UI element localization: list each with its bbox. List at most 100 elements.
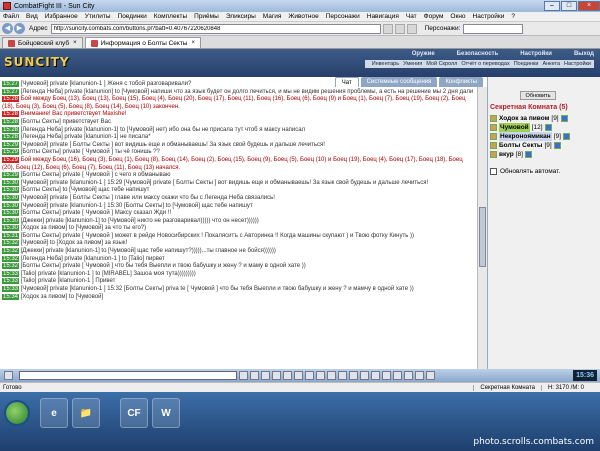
close-button[interactable]: × — [578, 1, 600, 11]
info-icon[interactable] — [560, 115, 568, 122]
auto-update-checkbox[interactable] — [490, 168, 497, 175]
message-time[interactable]: 15:29 — [2, 172, 20, 179]
menu-item[interactable]: ? — [511, 13, 515, 20]
tool-icon[interactable] — [426, 371, 435, 380]
tool-icon[interactable] — [316, 371, 325, 380]
chat-mode-icon[interactable] — [4, 371, 13, 380]
scroll-thumb[interactable] — [479, 207, 486, 267]
chat-scrollbar[interactable] — [477, 87, 487, 369]
menu-item[interactable]: Вид — [26, 13, 38, 20]
menu-item[interactable]: Комплекты — [154, 13, 187, 20]
tool-icon[interactable] — [305, 371, 314, 380]
tool-icon[interactable] — [349, 371, 358, 380]
message-time[interactable]: 15:33 — [2, 270, 20, 277]
tab-info[interactable]: Информация о Болты Секты × — [84, 37, 201, 49]
tool-icon[interactable] — [327, 371, 336, 380]
address-input[interactable] — [50, 23, 381, 34]
menu-item[interactable]: Избранное — [45, 13, 78, 20]
menu-item[interactable]: Навигация — [367, 13, 399, 20]
game-nav-item[interactable]: Настройки — [520, 51, 552, 57]
tool-icon[interactable] — [371, 371, 380, 380]
room-member[interactable]: Некроноямикан [9] — [490, 132, 598, 141]
back-icon[interactable]: ◀ — [2, 23, 13, 34]
message-time[interactable]: 15:30 — [2, 179, 20, 186]
chat-tab[interactable]: Чат — [334, 77, 359, 87]
message-time[interactable]: 15:29 — [2, 149, 20, 156]
explorer-taskbar-button[interactable]: 📁 — [72, 398, 100, 428]
forward-icon[interactable]: ▶ — [14, 23, 25, 34]
message-time[interactable]: 15:29 — [2, 156, 20, 163]
member-name[interactable]: Чумовой — [499, 123, 530, 132]
menu-item[interactable]: Поединки — [118, 13, 147, 20]
message-time[interactable]: 15:32 — [2, 255, 20, 262]
member-name[interactable]: Ходок за пивом — [499, 114, 549, 123]
combatfight-taskbar-button[interactable]: CF — [120, 398, 148, 428]
message-time[interactable]: 15:33 — [2, 286, 20, 293]
room-member[interactable]: вкур [8] — [490, 150, 598, 159]
tab-club[interactable]: Бойцовский клуб × — [2, 37, 83, 48]
message-time[interactable]: 15:28 — [2, 96, 20, 103]
message-time[interactable]: 15:30 — [2, 225, 20, 232]
refresh-button[interactable]: Обновить — [520, 91, 556, 100]
refresh-icon[interactable] — [394, 23, 405, 34]
tool-icon[interactable] — [360, 371, 369, 380]
chat-tab[interactable]: Системные сообщения — [360, 77, 438, 87]
game-subnav-item[interactable]: Умения — [403, 61, 422, 67]
message-time[interactable]: 15:28 — [2, 126, 20, 133]
menu-item[interactable]: Форум — [424, 13, 444, 20]
room-member[interactable]: Болты Секты [9] — [490, 141, 598, 150]
menu-item[interactable]: Утилиты — [85, 13, 111, 20]
member-name[interactable]: Болты Секты — [499, 141, 542, 150]
message-time[interactable]: 15:27 — [2, 81, 20, 87]
message-time[interactable]: 15:28 — [2, 134, 20, 141]
message-time[interactable]: 15:30 — [2, 187, 20, 194]
menu-item[interactable]: Файл — [3, 13, 19, 20]
close-tab-icon[interactable]: × — [191, 38, 195, 49]
message-time[interactable]: 15:30 — [2, 194, 20, 201]
minimize-button[interactable]: – — [544, 1, 560, 11]
clear-icon[interactable] — [261, 371, 270, 380]
menu-item[interactable]: Животное — [288, 13, 318, 20]
word-taskbar-button[interactable]: W — [152, 398, 180, 428]
game-subnav-item[interactable]: Инвентарь — [372, 61, 399, 67]
room-member[interactable]: Чумовой [12] — [490, 123, 598, 132]
info-icon[interactable] — [544, 124, 552, 131]
message-time[interactable]: 15:27 — [2, 88, 20, 95]
filter-icon[interactable] — [272, 371, 281, 380]
ie-taskbar-button[interactable]: e — [40, 398, 68, 428]
menu-item[interactable]: Окно — [450, 13, 465, 20]
message-time[interactable]: 15:32 — [2, 263, 20, 270]
tool-icon[interactable] — [415, 371, 424, 380]
stop-icon[interactable] — [406, 23, 417, 34]
send-icon[interactable] — [239, 371, 248, 380]
tool-icon[interactable] — [294, 371, 303, 380]
message-time[interactable]: 15:28 — [2, 111, 20, 118]
message-time[interactable]: 15:29 — [2, 141, 20, 148]
tool-icon[interactable] — [393, 371, 402, 380]
message-time[interactable]: 15:32 — [2, 240, 20, 247]
menu-item[interactable]: Чат — [406, 13, 417, 20]
message-time[interactable]: 15:32 — [2, 248, 20, 255]
message-time[interactable]: 15:31 — [2, 232, 20, 239]
message-time[interactable]: 15:28 — [2, 118, 20, 125]
tool-icon[interactable] — [338, 371, 347, 380]
smile-icon[interactable] — [250, 371, 259, 380]
persons-input[interactable] — [463, 23, 524, 34]
menu-item[interactable]: Приёмы — [194, 13, 219, 20]
message-time[interactable]: 15:33 — [2, 278, 20, 285]
start-button[interactable] — [4, 400, 30, 426]
menu-item[interactable]: Персонажи — [326, 13, 360, 20]
game-subnav-item[interactable]: Настройки — [564, 61, 591, 67]
game-subnav-item[interactable]: Отчёт о переводах — [461, 61, 509, 67]
chat-tab[interactable]: Конфликты — [439, 77, 483, 87]
close-tab-icon[interactable]: × — [73, 38, 77, 49]
member-name[interactable]: вкур — [499, 150, 514, 159]
game-subnav-item[interactable]: Анкета — [542, 61, 560, 67]
maximize-button[interactable]: □ — [561, 1, 577, 11]
game-nav-item[interactable]: Выход — [574, 51, 594, 57]
menu-item[interactable]: Магия — [263, 13, 282, 20]
message-time[interactable]: 15:30 — [2, 202, 20, 209]
auto-update[interactable]: Обновлять автомат. — [490, 168, 560, 175]
info-icon[interactable] — [524, 151, 532, 158]
chat-input[interactable] — [19, 371, 237, 380]
